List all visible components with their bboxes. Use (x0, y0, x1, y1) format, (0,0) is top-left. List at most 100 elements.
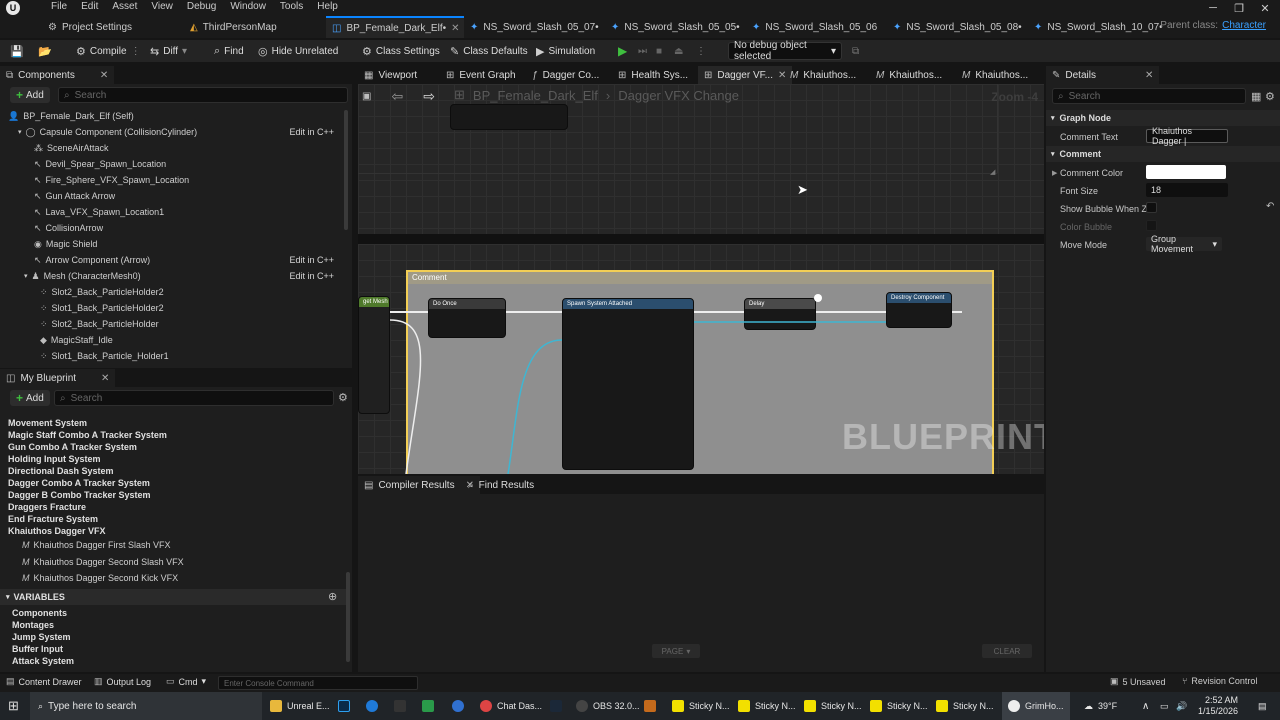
find-button[interactable]: ⌕ Find (214, 43, 244, 59)
move-mode-select[interactable]: Group Movement ▾ (1146, 234, 1222, 254)
tree-item[interactable]: ↖ Fire_Sphere_VFX_Spawn_Location (34, 172, 189, 188)
tree-item[interactable]: ↖ Devil_Spear_Spawn_Location (34, 156, 166, 172)
tab-viewport[interactable]: ▦ Viewport (358, 66, 423, 84)
color-bubble-checkbox[interactable] (1146, 220, 1157, 231)
list-item[interactable]: Attack System (12, 654, 360, 668)
tab-khaiuthos-1[interactable]: M Khaiuthos... (784, 66, 862, 84)
taskbar-app-sticky-5[interactable]: Sticky N... (936, 692, 994, 720)
taskbar-app-browser[interactable] (366, 692, 378, 720)
tree-item[interactable]: ▾ ◯ Capsule Component (CollisionCylinder) (18, 124, 197, 140)
close-tab-icon[interactable]: ✕ (451, 23, 459, 34)
edit-in-cpp-link[interactable]: Edit in C++ (289, 127, 334, 137)
console-command-input[interactable]: Enter Console Command (218, 676, 418, 690)
unreal-logo-icon[interactable]: U (6, 1, 20, 15)
tab-thirdpersonmap[interactable]: ◭ ThirdPersonMap (190, 16, 277, 38)
menu-view[interactable]: View (144, 1, 180, 12)
edit-in-cpp-link[interactable]: Edit in C++ (289, 271, 334, 281)
close-window-icon[interactable]: ✕ (1254, 0, 1276, 16)
add-member-button[interactable]: + Add (10, 390, 50, 406)
taskbar-app-sticky-3[interactable]: Sticky N... (804, 692, 862, 720)
menu-help[interactable]: Help (310, 1, 345, 12)
function-item[interactable]: M Khaiuthos Dagger First Slash VFX (22, 537, 171, 553)
taskbar-app-epic[interactable] (394, 692, 406, 720)
output-log-button[interactable]: ▥ Output Log (94, 676, 151, 687)
details-search-input[interactable]: ⌕ Search (1052, 88, 1246, 104)
stop-icon[interactable]: ■ (656, 43, 662, 59)
tree-item[interactable]: ↖ Arrow Component (Arrow) (34, 252, 150, 268)
page-dropdown[interactable]: PAGE ▾ (652, 644, 700, 658)
tree-item[interactable]: ⁂ SceneAirAttack (34, 140, 109, 156)
font-size-field[interactable]: 18 (1146, 183, 1228, 197)
add-variable-icon[interactable]: ⊕ (328, 590, 337, 603)
reset-arrow-icon[interactable]: ↶ (1266, 201, 1274, 212)
debug-filter-icon[interactable]: ⧉ (852, 43, 859, 59)
show-bubble-checkbox[interactable] (1146, 202, 1157, 213)
tab-components[interactable]: ⧉ Components ✕ (0, 66, 115, 84)
hide-unrelated-button[interactable]: ◎ Hide Unrelated (258, 43, 338, 59)
simulation-button[interactable]: ▶ Simulation (536, 43, 595, 59)
tree-item[interactable]: ⁘ Slot1_Back_ParticleHolder2 (40, 300, 164, 316)
tab-dagger-vfx[interactable]: ⊞ Dagger VF... ✕ (698, 66, 793, 84)
menu-tools[interactable]: Tools (273, 1, 310, 12)
tab-khaiuthos-3[interactable]: M Khaiuthos... (956, 66, 1034, 84)
taskbar-app-blue[interactable] (452, 692, 464, 720)
network-icon[interactable]: ▭ (1160, 692, 1169, 720)
tree-item[interactable]: ▾ ♟ Mesh (CharacterMesh0) (24, 268, 141, 284)
tab-ns-sword-slash-10-07[interactable]: ✦ NS_Sword_Slash_10_07• (1034, 16, 1163, 38)
graph-node-section[interactable]: ▾ Graph Node (1046, 110, 1280, 126)
step-icon[interactable]: ⏭ (638, 43, 647, 59)
clear-button[interactable]: CLEAR (982, 644, 1032, 658)
windows-start-icon[interactable]: ⊞ (8, 692, 19, 720)
class-settings-button[interactable]: ⚙ Class Settings (362, 43, 440, 59)
class-defaults-button[interactable]: ✎ Class Defaults (450, 43, 528, 59)
comment-color-swatch[interactable] (1146, 165, 1226, 179)
revision-control-button[interactable]: ⑂ Revision Control (1182, 676, 1257, 686)
tree-item[interactable]: ◉ Magic Shield (34, 236, 97, 252)
tab-details[interactable]: ✎ Details ✕ (1046, 66, 1160, 84)
my-blueprint-scrollbar[interactable] (346, 572, 350, 662)
eject-icon[interactable]: ⏏ (674, 43, 683, 59)
play-icon[interactable]: ▶ (618, 43, 627, 59)
menu-debug[interactable]: Debug (180, 1, 223, 12)
parent-class-link[interactable]: Character (1222, 20, 1266, 31)
taskbar-search-input[interactable]: ⌕ Type here to search (30, 692, 262, 720)
edit-in-cpp-link[interactable]: Edit in C++ (289, 255, 334, 265)
debug-object-select[interactable]: No debug object selected ▾ (728, 40, 842, 62)
tab-ns-sword-slash-05-06[interactable]: ✦ NS_Sword_Slash_05_06 (752, 16, 877, 38)
tree-item[interactable]: ⁘ Slot1_Back_Particle_Holder1 (40, 348, 169, 364)
list-item[interactable]: Khaiuthos Dagger VFX (8, 524, 356, 538)
close-tab-icon[interactable]: ✕ (101, 373, 109, 384)
tray-chevron-icon[interactable]: ∧ (1142, 692, 1149, 720)
tab-event-graph[interactable]: ⊞ Event Graph (440, 66, 522, 84)
menu-file[interactable]: File (44, 1, 74, 12)
browse-icon[interactable]: 📂 (38, 43, 52, 59)
variables-header[interactable]: ▾ VARIABLES (0, 589, 348, 605)
taskbar-app-chrome[interactable]: Chat Das... (480, 692, 542, 720)
tab-ns-sword-slash-05-07[interactable]: ✦ NS_Sword_Slash_05_07• (470, 16, 599, 38)
function-item[interactable]: M Khaiuthos Dagger Second Kick VFX (22, 570, 178, 586)
tree-item[interactable]: ◆ MagicStaff_Idle (40, 332, 113, 348)
menu-edit[interactable]: Edit (74, 1, 105, 12)
minimize-icon[interactable]: ─ (1202, 0, 1224, 16)
tree-item[interactable]: 👤 BP_Female_Dark_Elf (Self) (8, 108, 134, 124)
weather-widget[interactable]: ☁ 39°F (1084, 692, 1117, 720)
clock[interactable]: 2:52 AM 1/15/2026 (1198, 692, 1238, 720)
tab-my-blueprint[interactable]: ◫ My Blueprint ✕ (0, 369, 116, 387)
tree-item[interactable]: ↖ Gun Attack Arrow (34, 188, 115, 204)
comment-section[interactable]: ▾ Comment (1046, 146, 1280, 162)
volume-icon[interactable]: 🔊 (1176, 692, 1187, 720)
components-search-input[interactable]: ⌕ Search (58, 87, 348, 103)
restore-icon[interactable]: ❐ (1228, 0, 1250, 16)
my-blueprint-search-input[interactable]: ⌕ Search (54, 390, 334, 406)
taskbar-app-sticky-4[interactable]: Sticky N... (870, 692, 928, 720)
save-icon[interactable]: 💾 (10, 43, 24, 59)
components-scrollbar[interactable] (344, 110, 348, 230)
tree-item[interactable]: ↖ CollisionArrow (34, 220, 103, 236)
taskbar-app-unreal-active[interactable]: GrimHo... (1002, 692, 1070, 720)
compile-button[interactable]: ⚙ Compile ⋮ (76, 43, 141, 59)
table-view-icon[interactable]: ▦ (1251, 90, 1261, 103)
tree-item[interactable]: ⁘ Slot2_Back_ParticleHolder2 (40, 284, 164, 300)
close-tab-icon[interactable]: ✕ (1145, 70, 1153, 81)
tree-item[interactable]: ↖ Lava_VFX_Spawn_Location1 (34, 204, 164, 220)
taskbar-app-photoshop[interactable] (338, 692, 350, 720)
